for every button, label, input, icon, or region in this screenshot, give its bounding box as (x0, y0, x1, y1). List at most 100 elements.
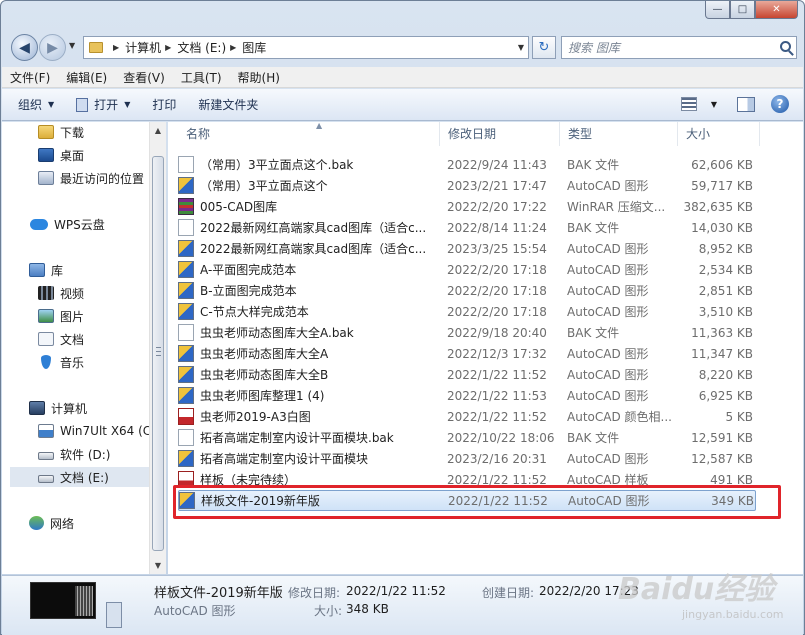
breadcrumb-computer[interactable]: 计算机 (125, 39, 161, 56)
explorer-window: — □ ✕ ◀ ▶ ▼ ▶ 计算机 ▶ 文档 (E:) ▶ 图库 ▼ ↻ 搜索 … (0, 0, 805, 635)
print-button[interactable]: 打印 (152, 96, 176, 113)
menu-view[interactable]: 查看(V) (123, 69, 165, 86)
sidebar-item-label: 文档 (60, 332, 85, 347)
address-dropdown-icon[interactable]: ▼ (518, 43, 524, 52)
sidebar-item-label: 网络 (50, 516, 75, 531)
back-button[interactable]: ◀ (11, 34, 38, 61)
file-row[interactable]: 005-CAD图库 2022/2/20 17:22 WinRAR 压缩文... 382… (178, 196, 756, 217)
file-row[interactable]: 2022最新网红高端家具cad图库（适合c... 2023/3/25 15:54 A… (178, 238, 756, 259)
close-button[interactable]: ✕ (755, 1, 798, 19)
file-name: B-立面图完成范本 (200, 284, 297, 298)
maximize-button[interactable]: □ (730, 1, 755, 19)
search-icon[interactable] (780, 41, 791, 52)
breadcrumb-drive-e[interactable]: 文档 (E:) (177, 39, 226, 56)
menu-edit[interactable]: 编辑(E) (66, 69, 107, 86)
file-type: AutoCAD 图形 (567, 284, 649, 298)
column-header-label: 大小 (686, 127, 711, 141)
sidebar-item-label: 视频 (60, 286, 85, 301)
command-bar: 组织 ▼ 打开 ▼ 打印 新建文件夹 ▼ ? (2, 89, 803, 121)
file-row[interactable]: 2022最新网红高端家具cad图库（适合c... 2022/8/14 11:24 B… (178, 217, 756, 238)
file-row[interactable]: B-立面图完成范本 2022/2/20 17:18 AutoCAD 图形 2,851 … (178, 280, 756, 301)
file-size: 3,510 KB (698, 304, 753, 319)
address-bar[interactable]: ▶ 计算机 ▶ 文档 (E:) ▶ 图库 ▼ (83, 36, 529, 59)
chevron-right-icon[interactable]: ▶ (113, 43, 119, 52)
file-row[interactable]: 虫虫老师图库整理1 (4) 2022/1/22 11:53 AutoCAD 图形 6,… (178, 385, 756, 406)
menu-file[interactable]: 文件(F) (10, 69, 50, 86)
change-view-icon[interactable] (680, 97, 697, 111)
menu-help[interactable]: 帮助(H) (238, 69, 280, 86)
column-header-name[interactable]: 名称 ▲ (178, 121, 440, 146)
autocad-drawing-icon (178, 387, 194, 404)
sidebar-item-label: 软件 (D:) (60, 447, 111, 462)
new-folder-label: 新建文件夹 (198, 98, 259, 112)
scroll-down-arrow-icon[interactable]: ▼ (150, 557, 166, 574)
file-size: 11,363 KB (691, 325, 753, 340)
sidebar-item-drive-e[interactable]: 文档 (E:) (10, 467, 149, 487)
sidebar-item-label: 下载 (60, 125, 85, 140)
details-size-label: 大小: (314, 604, 343, 618)
organize-button[interactable]: 组织 ▼ (18, 96, 54, 113)
column-header-label: 类型 (568, 127, 593, 141)
file-size: 2,534 KB (698, 262, 753, 277)
navigation-pane: 下载 桌面 最近访问的位置 WPS云盘 库 视频 图片 文档 音乐 计算机 Wi… (2, 122, 166, 574)
preview-pane-icon[interactable] (737, 96, 755, 112)
bak-file-icon (178, 219, 194, 236)
file-name: 2022最新网红高端家具cad图库（适合c... (200, 221, 427, 235)
file-size: 59,717 KB (691, 178, 753, 193)
sidebar-item-label: 音乐 (60, 355, 85, 370)
file-row[interactable]: 虫虫老师动态图库大全B 2022/1/22 11:52 AutoCAD 图形 8,22… (178, 364, 756, 385)
column-header-date[interactable]: 修改日期 (440, 122, 560, 146)
file-name: 拓者高端定制室内设计平面模块 (200, 452, 369, 466)
toolbar-right: ▼ ? (680, 95, 789, 113)
file-row[interactable]: 虫老师2019-A3白图 2022/1/22 11:52 AutoCAD 颜色相..… (178, 406, 756, 427)
address-row: ◀ ▶ ▼ ▶ 计算机 ▶ 文档 (E:) ▶ 图库 ▼ ↻ 搜索 图库 (9, 31, 799, 63)
navigation-scrollbar[interactable]: ▲ ▼ (149, 122, 166, 574)
file-row[interactable]: （常用）3平立面点这个 2023/2/21 17:47 AutoCAD 图形 59,7… (178, 175, 756, 196)
chevron-right-icon[interactable]: ▶ (230, 43, 236, 52)
sidebar-item-label: 库 (51, 263, 64, 278)
file-row[interactable]: 拓者高端定制室内设计平面模块 2023/2/16 20:31 AutoCAD 图形 1… (178, 448, 756, 469)
new-folder-button[interactable]: 新建文件夹 (198, 96, 258, 113)
file-type: AutoCAD 图形 (567, 452, 649, 466)
column-header-size[interactable]: 大小 (678, 122, 760, 146)
column-header-type[interactable]: 类型 (560, 122, 678, 146)
file-date: 2023/2/21 17:47 (447, 178, 547, 193)
file-date: 2022/9/18 20:40 (447, 325, 547, 340)
file-date: 2022/2/20 17:18 (447, 283, 547, 298)
autocad-drawing-icon (178, 450, 194, 467)
file-size: 8,952 KB (698, 241, 753, 256)
file-type: AutoCAD 图形 (567, 305, 649, 319)
forward-button[interactable]: ▶ (39, 34, 66, 61)
sidebar-item-label: 桌面 (60, 148, 85, 163)
file-row[interactable]: 虫虫老师动态图库大全A.bak 2022/9/18 20:40 BAK 文件 11,3… (178, 322, 756, 343)
file-row[interactable]: （常用）3平立面点这个.bak 2022/9/24 11:43 BAK 文件 62,6… (178, 154, 756, 175)
search-input[interactable]: 搜索 图库 (561, 36, 797, 59)
caret-down-icon[interactable]: ▼ (711, 100, 717, 109)
details-modified-label: 修改日期: (288, 586, 341, 600)
file-size: 11,347 KB (691, 346, 753, 361)
file-row[interactable]: 虫虫老师动态图库大全A 2022/12/3 17:32 AutoCAD 图形 11,3… (178, 343, 756, 364)
chevron-right-icon[interactable]: ▶ (165, 43, 171, 52)
recent-pages-dropdown[interactable]: ▼ (69, 41, 75, 50)
refresh-button[interactable]: ↻ (532, 36, 556, 59)
sidebar-item-drive-c[interactable]: Win7Ult X64 (C: (38, 421, 150, 441)
autocad-plot-style-icon (178, 408, 194, 425)
file-date: 2022/1/22 11:52 (447, 367, 547, 382)
search-placeholder: 搜索 图库 (568, 41, 620, 55)
file-name: A-平面图完成范本 (200, 263, 297, 277)
file-row[interactable]: 拓者高端定制室内设计平面模块.bak 2022/10/22 18:06 BAK 文件… (178, 427, 756, 448)
help-icon[interactable]: ? (771, 95, 789, 113)
file-size: 6,925 KB (698, 388, 753, 403)
network-icon (29, 516, 44, 530)
open-button[interactable]: 打开 ▼ (76, 96, 130, 113)
menu-tools[interactable]: 工具(T) (181, 69, 222, 86)
minimize-button[interactable]: — (705, 1, 730, 19)
details-size-value: 348 KB (346, 602, 389, 616)
scrollbar-thumb[interactable] (152, 156, 164, 551)
file-row[interactable]: A-平面图完成范本 2022/2/20 17:18 AutoCAD 图形 2,534 … (178, 259, 756, 280)
breadcrumb-library-folder[interactable]: 图库 (242, 39, 266, 56)
folder-icon (38, 125, 54, 139)
scroll-up-arrow-icon[interactable]: ▲ (150, 122, 166, 139)
file-row[interactable]: C-节点大样完成范本 2022/2/20 17:18 AutoCAD 图形 3,510… (178, 301, 756, 322)
sidebar-item-label: 文档 (E:) (60, 470, 109, 485)
